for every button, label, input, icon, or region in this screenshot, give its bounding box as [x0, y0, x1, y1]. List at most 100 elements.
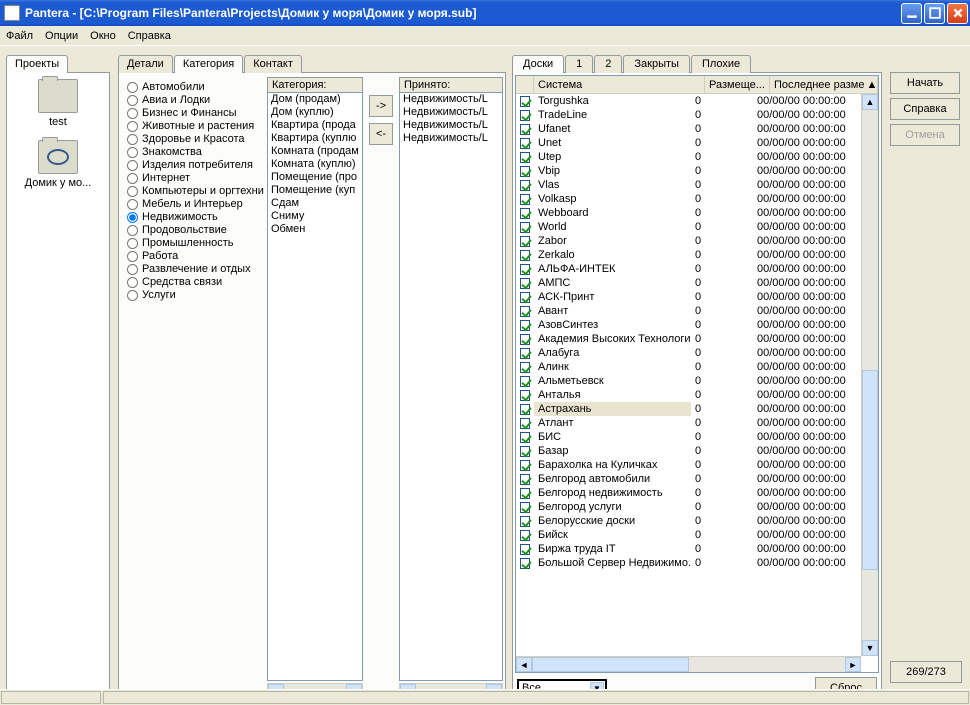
table-row[interactable]: Vbip000/00/00 00:00:00: [516, 164, 861, 178]
list-item[interactable]: Комната (куплю): [268, 158, 362, 171]
category-radio[interactable]: Автомобили: [123, 81, 263, 94]
checkbox[interactable]: [520, 96, 530, 107]
table-row[interactable]: Барахолка на Куличках000/00/00 00:00:00: [516, 458, 861, 472]
tab-Детали[interactable]: Детали: [118, 55, 173, 73]
tab-boards-2[interactable]: 2: [594, 55, 622, 73]
checkbox[interactable]: [520, 404, 530, 415]
table-row[interactable]: БИС000/00/00 00:00:00: [516, 430, 861, 444]
category-radio[interactable]: Услуги: [123, 289, 263, 302]
checkbox[interactable]: [520, 558, 530, 569]
checkbox[interactable]: [520, 306, 530, 317]
category-radio[interactable]: Продовольствие: [123, 224, 263, 237]
checkbox[interactable]: [520, 362, 530, 373]
checkbox[interactable]: [520, 348, 530, 359]
category-radio[interactable]: Недвижимость: [123, 211, 263, 224]
table-row[interactable]: Большой Сервер Недвижимо...000/00/00 00:…: [516, 556, 861, 570]
boards-hscroll[interactable]: ◄►: [516, 656, 861, 672]
list-item[interactable]: Недвижимость/L: [400, 106, 502, 119]
category-radio[interactable]: Компьютеры и оргтехни: [123, 185, 263, 198]
col-check[interactable]: [516, 76, 534, 93]
checkbox[interactable]: [520, 180, 530, 191]
table-row[interactable]: Volkasp000/00/00 00:00:00: [516, 192, 861, 206]
table-row[interactable]: World000/00/00 00:00:00: [516, 220, 861, 234]
checkbox[interactable]: [520, 432, 530, 443]
checkbox[interactable]: [520, 236, 530, 247]
category-radio[interactable]: Работа: [123, 250, 263, 263]
table-row[interactable]: АзовСинтез000/00/00 00:00:00: [516, 318, 861, 332]
table-row[interactable]: Zabor000/00/00 00:00:00: [516, 234, 861, 248]
list-item[interactable]: Сдам: [268, 197, 362, 210]
category-radio[interactable]: Изделия потребителя: [123, 159, 263, 172]
category-radio[interactable]: Здоровье и Красота: [123, 133, 263, 146]
table-row[interactable]: Бийск000/00/00 00:00:00: [516, 528, 861, 542]
minimize-button[interactable]: [901, 3, 922, 24]
category-radio[interactable]: Животные и растения: [123, 120, 263, 133]
checkbox[interactable]: [520, 138, 530, 149]
remove-category-button[interactable]: <-: [369, 123, 393, 145]
checkbox[interactable]: [520, 208, 530, 219]
checkbox[interactable]: [520, 152, 530, 163]
table-row[interactable]: Базар000/00/00 00:00:00: [516, 444, 861, 458]
checkbox[interactable]: [520, 460, 530, 471]
table-row[interactable]: Белгород недвижимость000/00/00 00:00:00: [516, 486, 861, 500]
checkbox[interactable]: [520, 320, 530, 331]
menu-Опции[interactable]: Опции: [45, 30, 78, 42]
tab-Категория[interactable]: Категория: [174, 55, 243, 73]
col-placed[interactable]: Размеще...: [705, 76, 770, 93]
table-row[interactable]: Академия Высоких Технологий000/00/00 00:…: [516, 332, 861, 346]
table-row[interactable]: Zerkalo000/00/00 00:00:00: [516, 248, 861, 262]
checkbox[interactable]: [520, 124, 530, 135]
table-row[interactable]: Белгород автомобили000/00/00 00:00:00: [516, 472, 861, 486]
list-item[interactable]: Дом (куплю): [268, 106, 362, 119]
checkbox[interactable]: [520, 194, 530, 205]
category-radio[interactable]: Средства связи: [123, 276, 263, 289]
help-button[interactable]: Справка: [890, 98, 960, 120]
list-item[interactable]: Квартира (прода: [268, 119, 362, 132]
checkbox[interactable]: [520, 166, 530, 177]
table-row[interactable]: Астрахань000/00/00 00:00:00: [516, 402, 861, 416]
checkbox[interactable]: [520, 222, 530, 233]
list-item[interactable]: Недвижимость/L: [400, 93, 502, 106]
table-row[interactable]: Utep000/00/00 00:00:00: [516, 150, 861, 164]
table-row[interactable]: АМПС000/00/00 00:00:00: [516, 276, 861, 290]
list-item[interactable]: Помещение (про: [268, 171, 362, 184]
table-row[interactable]: Авант000/00/00 00:00:00: [516, 304, 861, 318]
checkbox[interactable]: [520, 110, 530, 121]
checkbox[interactable]: [520, 516, 530, 527]
list-item[interactable]: Комната (продам: [268, 145, 362, 158]
boards-vscroll[interactable]: ▲ ▼: [861, 94, 878, 656]
checkbox[interactable]: [520, 250, 530, 261]
checkbox[interactable]: [520, 530, 530, 541]
checkbox[interactable]: [520, 264, 530, 275]
list-item[interactable]: Дом (продам): [268, 93, 362, 106]
table-row[interactable]: Vlas000/00/00 00:00:00: [516, 178, 861, 192]
project-item[interactable]: Домик у мо...: [9, 140, 107, 189]
accepted-listbox[interactable]: Недвижимость/LНедвижимость/LНедвижимость…: [399, 92, 503, 681]
list-item[interactable]: Недвижимость/L: [400, 119, 502, 132]
table-row[interactable]: Альметьевск000/00/00 00:00:00: [516, 374, 861, 388]
category-radio[interactable]: Развлечение и отдых: [123, 263, 263, 276]
checkbox[interactable]: [520, 502, 530, 513]
tab-boards-4[interactable]: Плохие: [691, 55, 751, 73]
category-radio[interactable]: Промышленность: [123, 237, 263, 250]
checkbox[interactable]: [520, 418, 530, 429]
category-radio[interactable]: Знакомства: [123, 146, 263, 159]
tab-boards-1[interactable]: 1: [565, 55, 593, 73]
checkbox[interactable]: [520, 544, 530, 555]
checkbox[interactable]: [520, 334, 530, 345]
tab-projects[interactable]: Проекты: [6, 55, 68, 73]
table-row[interactable]: TradeLine000/00/00 00:00:00: [516, 108, 861, 122]
checkbox[interactable]: [520, 446, 530, 457]
table-row[interactable]: АСК-Принт000/00/00 00:00:00: [516, 290, 861, 304]
table-row[interactable]: Unet000/00/00 00:00:00: [516, 136, 861, 150]
table-row[interactable]: Torgushka000/00/00 00:00:00: [516, 94, 861, 108]
category-radio[interactable]: Авиа и Лодки: [123, 94, 263, 107]
category-radio[interactable]: Интернет: [123, 172, 263, 185]
table-row[interactable]: Анталья000/00/00 00:00:00: [516, 388, 861, 402]
maximize-button[interactable]: [924, 3, 945, 24]
checkbox[interactable]: [520, 474, 530, 485]
tab-boards-3[interactable]: Закрыты: [623, 55, 690, 73]
list-item[interactable]: Квартира (куплю: [268, 132, 362, 145]
list-item[interactable]: Сниму: [268, 210, 362, 223]
start-button[interactable]: Начать: [890, 72, 960, 94]
